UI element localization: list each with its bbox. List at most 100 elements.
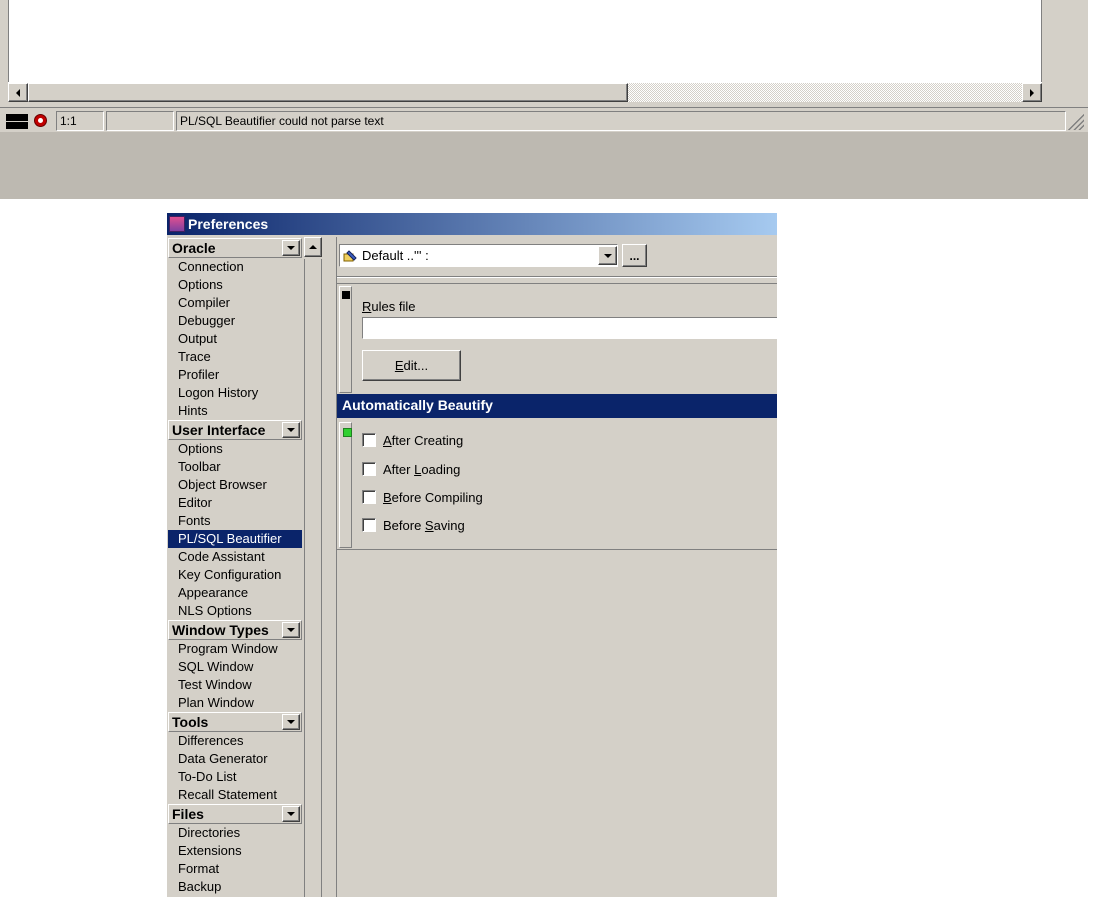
preferences-nav: Oracle Connection Options Compiler Debugger O…	[167, 237, 304, 897]
nav-item[interactable]: Editor	[168, 494, 302, 512]
auto-beautify-checkbox-row[interactable]: After Creating	[362, 431, 463, 449]
arrow-left-icon	[16, 88, 20, 97]
nav-item[interactable]: To-Do List	[168, 768, 302, 786]
nav-item[interactable]: Fonts	[168, 512, 302, 530]
nav-group-label: User Interface	[172, 422, 266, 438]
checkbox-label: Before Saving	[383, 517, 465, 533]
nav-item[interactable]: Plan Window	[168, 694, 302, 712]
editor-background	[0, 132, 1088, 199]
auto-beautify-header: Automatically Beautify	[337, 394, 777, 418]
auto-beautify-panel: After Creating After Loading Before Compil…	[337, 420, 777, 550]
checkbox[interactable]	[362, 462, 376, 476]
nav-group-label: Files	[172, 806, 204, 822]
editor-text-area[interactable]	[8, 0, 1042, 82]
template-select[interactable]: Default ..''' :	[339, 244, 618, 267]
panel-marker-icon	[342, 291, 350, 299]
chevron-down-icon	[287, 720, 295, 724]
scroll-left-button[interactable]	[8, 83, 28, 102]
nav-item[interactable]: Trace	[168, 348, 302, 366]
chevron-down-icon	[287, 628, 295, 632]
nav-group-dropdown-button[interactable]	[282, 622, 300, 638]
cursor-position: 1:1	[56, 111, 104, 131]
scroll-track[interactable]	[304, 259, 322, 897]
nav-group-header[interactable]: Oracle	[168, 238, 302, 258]
status-icons-cell	[4, 111, 54, 131]
nav-item[interactable]: Backup	[168, 878, 302, 896]
nav-item[interactable]: Options	[168, 440, 302, 458]
modified-indicator	[106, 111, 174, 131]
nav-group-header[interactable]: Tools	[168, 712, 302, 732]
arrow-up-icon	[309, 245, 317, 249]
checkbox-label: Before Compiling	[383, 489, 483, 505]
scroll-track[interactable]	[628, 83, 1022, 102]
nav-item[interactable]: Format	[168, 860, 302, 878]
edit-rules-button[interactable]: Edit...	[362, 350, 461, 381]
nav-item[interactable]: Compiler	[168, 294, 302, 312]
scroll-right-button[interactable]	[1022, 83, 1042, 102]
size-grip-icon[interactable]	[1068, 114, 1084, 130]
nav-item[interactable]: Logon History	[168, 384, 302, 402]
nav-item[interactable]: Output	[168, 330, 302, 348]
nav-item[interactable]: Program Window	[168, 640, 302, 658]
nav-item[interactable]: PL/SQL Beautifier	[168, 530, 302, 548]
window-list-icon[interactable]	[6, 113, 28, 129]
nav-group-dropdown-button[interactable]	[282, 714, 300, 730]
status-bar: 1:1 PL/SQL Beautifier could not parse te…	[0, 107, 1088, 132]
scroll-thumb[interactable]	[28, 83, 628, 102]
nav-item[interactable]: Profiler	[168, 366, 302, 384]
nav-item[interactable]: Recall Statement	[168, 786, 302, 804]
nav-group-dropdown-button[interactable]	[282, 806, 300, 822]
connection-status-icon[interactable]	[34, 114, 47, 127]
preferences-dialog: Preferences Oracle Connection Options Compi…	[167, 213, 777, 897]
nav-item[interactable]: Differences	[168, 732, 302, 750]
checkbox-label: After Loading	[383, 461, 461, 477]
checkbox[interactable]	[362, 433, 376, 447]
rules-file-label: Rules file	[362, 299, 416, 314]
nav-item[interactable]: Object Browser	[168, 476, 302, 494]
chevron-down-icon	[287, 246, 295, 250]
nav-item[interactable]: Toolbar	[168, 458, 302, 476]
scroll-up-button[interactable]	[304, 237, 322, 257]
divider	[337, 276, 777, 278]
dialog-title-bar[interactable]: Preferences	[167, 213, 777, 235]
nav-item[interactable]: Options	[168, 276, 302, 294]
auto-beautify-checkbox-row[interactable]: After Loading	[362, 460, 460, 478]
nav-item[interactable]: NLS Options	[168, 602, 302, 620]
nav-item[interactable]: Appearance	[168, 584, 302, 602]
nav-group-header[interactable]: User Interface	[168, 420, 302, 440]
nav-item[interactable]: Connection	[168, 258, 302, 276]
nav-group-label: Oracle	[172, 240, 216, 256]
nav-item[interactable]: Debugger	[168, 312, 302, 330]
nav-scrollbar[interactable]	[304, 237, 322, 897]
app-icon	[169, 216, 185, 232]
status-message: PL/SQL Beautifier could not parse text	[176, 111, 1066, 131]
nav-group-header[interactable]: Window Types	[168, 620, 302, 640]
nav-group-label: Tools	[172, 714, 209, 730]
editor-horizontal-scrollbar[interactable]	[8, 82, 1042, 102]
auto-beautify-checkbox-row[interactable]: Before Saving	[362, 516, 465, 534]
template-more-button[interactable]: ...	[622, 244, 647, 267]
editor-window: 1:1 PL/SQL Beautifier could not parse te…	[0, 0, 1088, 199]
editor-vertical-scroll-area	[1042, 0, 1082, 102]
checkbox[interactable]	[362, 490, 376, 504]
checkbox[interactable]	[362, 518, 376, 532]
nav-item[interactable]: Directories	[168, 824, 302, 842]
nav-item[interactable]: Data Generator	[168, 750, 302, 768]
chevron-down-icon	[287, 812, 295, 816]
nav-item[interactable]: Test Window	[168, 676, 302, 694]
nav-item[interactable]: Hints	[168, 402, 302, 420]
nav-item[interactable]: Extensions	[168, 842, 302, 860]
nav-group-header[interactable]: Files	[168, 804, 302, 824]
chevron-down-icon	[603, 253, 612, 258]
rules-file-input[interactable]	[362, 317, 777, 339]
dialog-title: Preferences	[188, 216, 269, 232]
chevron-down-icon	[287, 428, 295, 432]
nav-group-dropdown-button[interactable]	[282, 422, 300, 438]
panel-stripe	[339, 422, 352, 548]
nav-item[interactable]: Key Configuration	[168, 566, 302, 584]
auto-beautify-checkbox-row[interactable]: Before Compiling	[362, 488, 483, 506]
nav-item[interactable]: SQL Window	[168, 658, 302, 676]
nav-group-dropdown-button[interactable]	[282, 240, 300, 256]
nav-item[interactable]: Code Assistant	[168, 548, 302, 566]
template-dropdown-button[interactable]	[598, 246, 617, 265]
